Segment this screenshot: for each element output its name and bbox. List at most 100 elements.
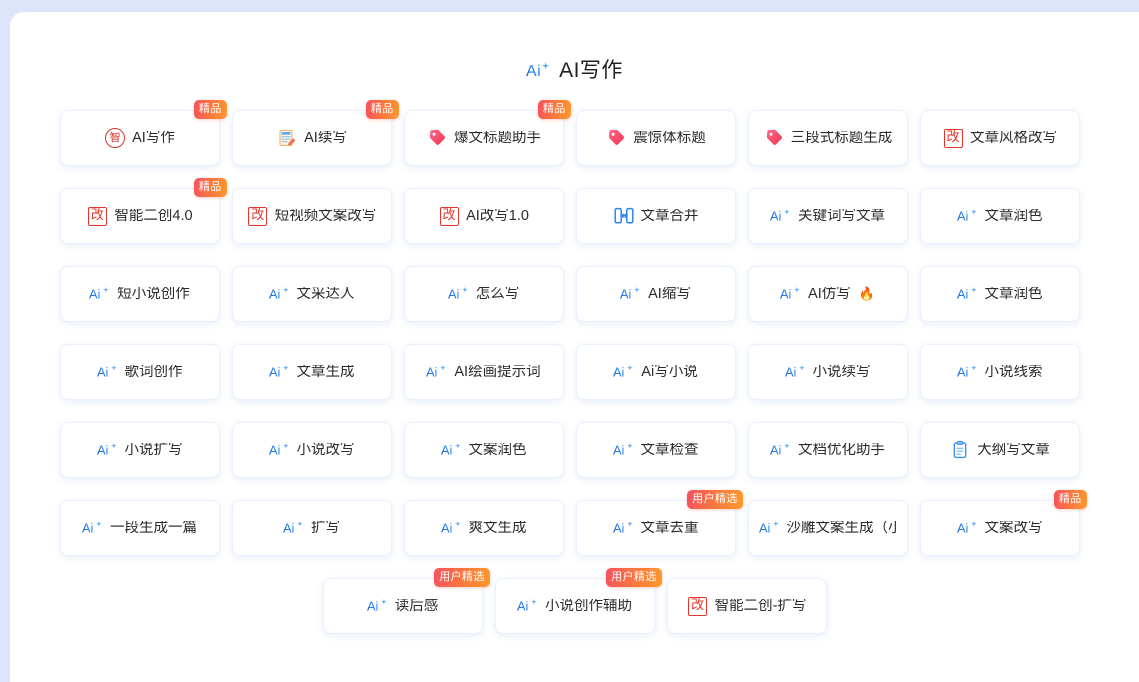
ai-sparkle-icon: Ai bbox=[97, 439, 119, 461]
tag-icon bbox=[426, 127, 448, 149]
tool-card[interactable]: Ai 文案改写 精品 bbox=[919, 490, 1087, 556]
tool-card-content: Ai AI绘画提示词 bbox=[420, 361, 546, 383]
tool-card[interactable]: 三段式标题生成 bbox=[747, 110, 908, 166]
status-badge: 精品 bbox=[1053, 490, 1087, 509]
svg-text:Ai: Ai bbox=[785, 365, 796, 380]
svg-text:Ai: Ai bbox=[620, 287, 631, 302]
tool-card[interactable]: Ai 怎么写 bbox=[403, 266, 564, 322]
tool-card[interactable]: Ai AI缩写 bbox=[575, 266, 736, 322]
tool-card[interactable]: Ai 爽文生成 bbox=[403, 500, 564, 556]
tool-card-content: Ai 扩写 bbox=[277, 517, 346, 539]
tool-card[interactable]: 震惊体标题 bbox=[575, 110, 736, 166]
tool-card[interactable]: 爆文标题助手 精品 bbox=[403, 100, 571, 166]
tool-card[interactable]: Ai 小说线索 bbox=[919, 344, 1080, 400]
tool-card[interactable]: Ai 小说改写 bbox=[231, 422, 392, 478]
main-panel: Ai AI写作 智 AI写作 精品 AI续写 精品 爆文标题助手 精品 震惊体标题 三段式标题生… bbox=[10, 12, 1139, 682]
tool-card[interactable]: Ai 读后感 用户精选 bbox=[322, 568, 490, 634]
tool-card[interactable]: 大纲写文章 bbox=[919, 422, 1080, 478]
tool-card[interactable]: Ai 文章检查 bbox=[575, 422, 736, 478]
tool-card-content: 智 AI写作 bbox=[98, 127, 181, 149]
tool-card[interactable]: 智 AI写作 精品 bbox=[59, 100, 227, 166]
tool-card-label: 文章生成 bbox=[296, 364, 355, 380]
svg-text:Ai: Ai bbox=[526, 63, 541, 80]
tool-card-label: 文章检查 bbox=[640, 442, 699, 458]
tool-card-label: 怎么写 bbox=[475, 286, 520, 302]
tool-card[interactable]: 文章合并 bbox=[575, 188, 736, 244]
tool-card-row: Ai 读后感 用户精选 Ai 小说创作辅助 用户精选改智能二创-扩写 bbox=[60, 568, 1090, 634]
tool-card-content: 改 AI改写1.0 bbox=[432, 205, 535, 227]
tool-card-label: 文案润色 bbox=[468, 442, 527, 458]
tool-card[interactable]: Ai 关键词写文章 bbox=[747, 188, 908, 244]
tool-card-content: Ai 沙雕文案生成（小 bbox=[753, 517, 903, 539]
status-badge: 精品 bbox=[193, 100, 227, 119]
tool-card[interactable]: 改智能二创4.0 精品 bbox=[59, 178, 227, 244]
tool-card[interactable]: AI续写 精品 bbox=[231, 100, 399, 166]
tool-card-content: Ai 文章生成 bbox=[263, 361, 361, 383]
tool-card[interactable]: Ai 文档优化助手 bbox=[747, 422, 908, 478]
tool-card-content: Ai 文章润色 bbox=[951, 205, 1049, 227]
tool-card[interactable]: 改文章风格改写 bbox=[919, 110, 1080, 166]
ai-sparkle-icon: Ai bbox=[780, 283, 802, 305]
svg-text:Ai: Ai bbox=[97, 443, 108, 458]
tool-card[interactable]: Ai 文章去重 用户精选 bbox=[575, 490, 743, 556]
tool-card-content: Ai 一段生成一篇 bbox=[76, 517, 203, 539]
ai-sparkle-icon: Ai bbox=[89, 283, 111, 305]
status-badge: 用户精选 bbox=[434, 568, 490, 587]
tool-card[interactable]: Ai AI仿写 🔥 bbox=[747, 266, 908, 322]
ai-sparkle-icon: Ai bbox=[759, 517, 781, 539]
tool-card-label: 文档优化助手 bbox=[798, 442, 885, 458]
tool-card[interactable]: 改 AI改写1.0 bbox=[403, 188, 564, 244]
svg-text:Ai: Ai bbox=[283, 521, 294, 536]
tool-card[interactable]: Ai 小说扩写 bbox=[59, 422, 220, 478]
tool-card[interactable]: Ai 小说创作辅助 用户精选 bbox=[494, 568, 662, 634]
ai-sparkle-icon: Ai bbox=[785, 361, 807, 383]
tool-card-label: 智能二创-扩写 bbox=[714, 598, 807, 614]
tool-card[interactable]: Ai 文案润色 bbox=[403, 422, 564, 478]
tool-card[interactable]: Ai 一段生成一篇 bbox=[59, 500, 220, 556]
tool-card[interactable]: Ai 沙雕文案生成（小 bbox=[747, 500, 908, 556]
svg-text:Ai: Ai bbox=[82, 521, 93, 536]
tool-card-label: AI仿写 bbox=[808, 286, 851, 302]
tool-card-label: AI写作 bbox=[132, 130, 175, 146]
tool-card-row: Ai 一段生成一篇 Ai 扩写 Ai 爽文生成 Ai 文章去重 用户精选 Ai 沙雕文案生成（小 Ai… bbox=[59, 490, 1090, 556]
svg-text:Ai: Ai bbox=[269, 443, 280, 458]
tool-card-label: 沙雕文案生成（小 bbox=[786, 520, 897, 536]
svg-text:Ai: Ai bbox=[770, 209, 781, 224]
page-title-text: AI写作 bbox=[559, 59, 623, 82]
tool-card-label: 文采达人 bbox=[296, 286, 355, 302]
svg-text:Ai: Ai bbox=[517, 599, 528, 614]
svg-text:Ai: Ai bbox=[613, 521, 624, 536]
svg-text:Ai: Ai bbox=[957, 209, 968, 224]
tool-card[interactable]: Ai 扩写 bbox=[231, 500, 392, 556]
svg-text:Ai: Ai bbox=[957, 521, 968, 536]
page-title: Ai AI写作 bbox=[10, 54, 1139, 84]
ai-sparkle-icon: Ai bbox=[957, 361, 979, 383]
ai-sparkle-icon: Ai bbox=[269, 361, 291, 383]
tool-card[interactable]: Ai 文章润色 bbox=[919, 266, 1080, 322]
tool-card-grid: 智 AI写作 精品 AI续写 精品 爆文标题助手 精品 震惊体标题 三段式标题生成改文章风格改写… bbox=[59, 100, 1090, 634]
status-badge: 用户精选 bbox=[687, 490, 743, 509]
tool-card-label: 小说改写 bbox=[296, 442, 355, 458]
tool-card-content: 改智能二创4.0 bbox=[80, 205, 198, 227]
tool-card[interactable]: Ai AI绘画提示词 bbox=[403, 344, 564, 400]
ai-sparkle-icon: Ai bbox=[283, 517, 305, 539]
status-badge: 用户精选 bbox=[606, 568, 662, 587]
tool-card[interactable]: 改短视频文案改写 bbox=[231, 188, 392, 244]
tool-card[interactable]: 改智能二创-扩写 bbox=[666, 578, 827, 634]
tool-card[interactable]: Ai 短小说创作 bbox=[59, 266, 220, 322]
tool-card[interactable]: Ai 文章生成 bbox=[231, 344, 392, 400]
ai-sparkle-icon: Ai bbox=[269, 283, 291, 305]
tool-card[interactable]: Ai Ai写小说 bbox=[575, 344, 736, 400]
tool-card-label: 小说扩写 bbox=[124, 442, 183, 458]
tool-card-label: 读后感 bbox=[394, 598, 439, 614]
gai-box-icon: 改 bbox=[247, 205, 269, 227]
tool-card-label: 爽文生成 bbox=[468, 520, 527, 536]
tool-card-label: 文案改写 bbox=[984, 520, 1043, 536]
tool-card-label: 震惊体标题 bbox=[633, 130, 706, 146]
tool-card-content: AI续写 bbox=[270, 127, 353, 149]
tool-card[interactable]: Ai 歌词创作 bbox=[59, 344, 220, 400]
tool-card[interactable]: Ai 文采达人 bbox=[231, 266, 392, 322]
tool-card[interactable]: Ai 文章润色 bbox=[919, 188, 1080, 244]
tool-card[interactable]: Ai 小说续写 bbox=[747, 344, 908, 400]
ai-sparkle-icon: Ai bbox=[957, 205, 979, 227]
